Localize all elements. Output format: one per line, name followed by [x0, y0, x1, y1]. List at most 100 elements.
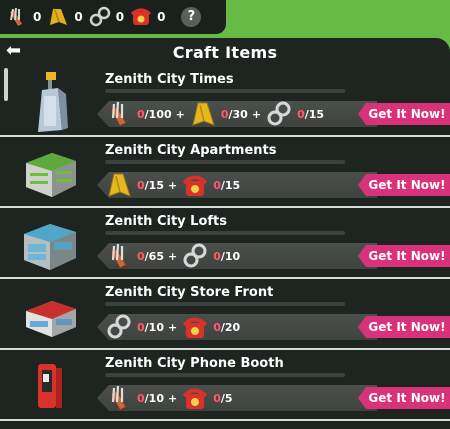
help-button[interactable]: ? — [181, 7, 202, 27]
lofts-building-icon — [18, 212, 84, 276]
material-required: /15 — [144, 178, 164, 192]
material-current: 0 — [213, 391, 221, 405]
scissors-tools-icon — [107, 384, 131, 412]
get-it-now-button[interactable]: Get It Now! — [358, 245, 450, 267]
panel-header: ⬅ Craft Items — [0, 38, 450, 66]
resource-capes: 0 — [47, 6, 83, 28]
material-required: /100 — [144, 107, 172, 121]
material-requirement: 0/10 — [107, 384, 164, 412]
plus-sign: + — [175, 107, 185, 121]
material-required: /20 — [220, 320, 241, 334]
progress-bar — [105, 160, 345, 164]
material-current: 0 — [213, 178, 221, 192]
material-current: 0 — [137, 249, 145, 263]
material-current: 0 — [137, 107, 145, 121]
cape-icon — [47, 6, 69, 28]
material-requirement: 0/65 — [107, 242, 164, 270]
item-name: Zenith City Apartments — [105, 143, 277, 158]
material-required: /10 — [144, 320, 164, 334]
apartments-building-icon — [18, 141, 84, 205]
newspaper-tower-icon — [18, 70, 84, 134]
material-amount: 0/15 — [213, 179, 240, 192]
material-current: 0 — [213, 249, 221, 263]
material-amount: 0/15 — [137, 179, 164, 192]
material-required: /65 — [144, 249, 164, 263]
craft-item-row: Zenith City Apartments 0/15 +0/15 Get It No… — [0, 139, 450, 208]
item-name: Zenith City Phone Booth — [105, 356, 284, 371]
handcuffs-icon — [107, 313, 131, 341]
material-amount: 0/10 — [213, 250, 240, 263]
phone-booth-icon — [18, 354, 84, 418]
material-amount: 0/30 — [221, 108, 248, 121]
material-requirement: 0/15 — [182, 171, 240, 199]
material-requirement: 0/15 — [267, 100, 324, 128]
plus-sign: + — [251, 107, 262, 121]
plus-sign: + — [167, 391, 178, 405]
plus-sign: + — [167, 249, 178, 263]
resource-count: 0 — [115, 10, 125, 24]
phone-icon — [130, 6, 152, 28]
plus-sign: + — [167, 178, 178, 192]
scissors-tools-icon — [107, 100, 131, 128]
material-amount: 0/15 — [297, 108, 324, 121]
resource-count: 0 — [157, 10, 166, 24]
resource-handcuffs: 0 — [89, 6, 124, 28]
plus-sign: + — [167, 320, 178, 334]
material-current: 0 — [213, 320, 221, 334]
material-requirement: 0/20 — [182, 313, 240, 341]
progress-bar — [105, 89, 345, 93]
handcuffs-icon — [183, 242, 207, 270]
material-amount: 0/10 — [137, 392, 164, 405]
scissors-tools-icon — [6, 6, 28, 28]
craft-item-row: Zenith City Times 0/100 +0/30 +0/15 Get It N… — [0, 68, 450, 137]
craft-item-row: Zenith City Store Front 0/10 +0/20 Get It N… — [0, 281, 450, 350]
material-required: /10 — [220, 249, 241, 263]
requirements-list: 0/15 +0/15 — [107, 168, 240, 202]
item-name: Zenith City Lofts — [105, 214, 227, 229]
item-name: Zenith City Store Front — [105, 285, 274, 300]
get-it-now-button[interactable]: Get It Now! — [358, 103, 450, 125]
material-amount: 0/5 — [213, 392, 232, 405]
requirements-list: 0/10 +0/5 — [107, 381, 233, 415]
material-requirement: 0/30 — [191, 100, 248, 128]
material-requirement: 0/10 — [183, 242, 240, 270]
material-required: /10 — [144, 391, 164, 405]
material-current: 0 — [137, 320, 145, 334]
material-amount: 0/65 — [137, 250, 164, 263]
material-amount: 0/10 — [137, 321, 164, 334]
material-amount: 0/100 — [137, 108, 172, 121]
resource-bar: 0 0 0 0 ? — [0, 0, 226, 34]
resource-count: 0 — [33, 10, 42, 24]
get-it-now-button[interactable]: Get It Now! — [358, 387, 450, 409]
back-arrow-icon[interactable]: ⬅ — [6, 42, 26, 60]
material-current: 0 — [220, 107, 229, 121]
material-requirement: 0/10 — [107, 313, 164, 341]
progress-bar — [105, 373, 345, 377]
resource-phones: 0 — [130, 6, 165, 28]
craft-items-panel: ⬅ Craft Items Zenith City Times 0/100 +0/3… — [0, 38, 450, 429]
cape-icon — [191, 100, 215, 128]
material-requirement: 0/100 — [107, 100, 172, 128]
material-current: 0 — [297, 107, 305, 121]
resource-tools: 0 — [6, 6, 41, 28]
material-current: 0 — [137, 391, 145, 405]
get-it-now-button[interactable]: Get It Now! — [358, 316, 450, 338]
material-required: /15 — [304, 107, 325, 121]
phone-icon — [182, 313, 208, 341]
progress-bar — [105, 231, 345, 235]
get-it-now-button[interactable]: Get It Now! — [358, 174, 450, 196]
material-amount: 0/20 — [213, 321, 240, 334]
scissors-tools-icon — [107, 242, 131, 270]
craft-item-row: Zenith City Phone Booth 0/10 +0/5 Get It No… — [0, 352, 450, 421]
requirements-list: 0/10 +0/20 — [107, 310, 240, 344]
material-requirement: 0/15 — [107, 171, 164, 199]
progress-bar — [105, 302, 345, 306]
store-front-icon — [18, 283, 84, 347]
material-required: /30 — [228, 107, 248, 121]
page-title: Craft Items — [172, 42, 278, 62]
material-required: /5 — [220, 391, 233, 405]
handcuffs-icon — [267, 100, 291, 128]
item-name: Zenith City Times — [105, 72, 234, 87]
craft-item-row: Zenith City Lofts 0/65 +0/10 Get It Now! — [0, 210, 450, 279]
material-current: 0 — [137, 178, 145, 192]
